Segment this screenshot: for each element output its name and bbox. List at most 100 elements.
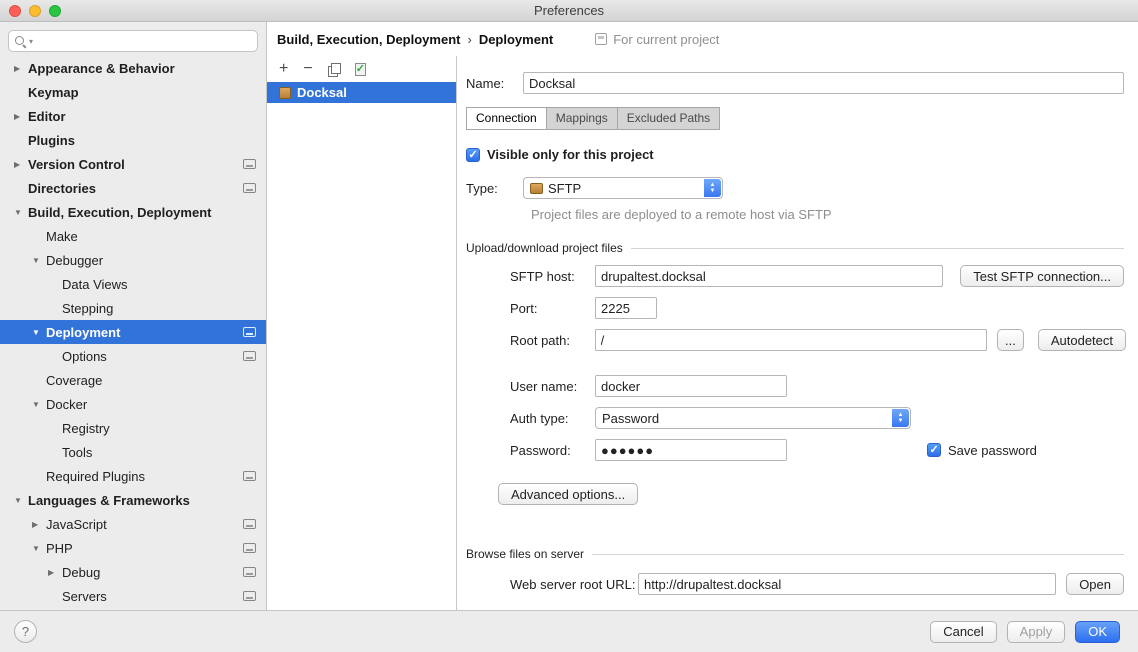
copy-icon[interactable] — [328, 63, 340, 76]
search-icon — [14, 35, 27, 48]
sidebar-item-deployment[interactable]: Deployment — [0, 320, 266, 344]
auth-type-select[interactable]: Password ▲▼ — [595, 407, 911, 429]
sidebar-item-editor[interactable]: Editor — [0, 104, 266, 128]
open-button[interactable]: Open — [1066, 573, 1124, 595]
sidebar-item-required-plugins[interactable]: Required Plugins — [0, 464, 266, 488]
sidebar-item-options[interactable]: Options — [0, 344, 266, 368]
tab-connection[interactable]: Connection — [466, 107, 547, 130]
auth-type-value: Password — [602, 411, 659, 426]
zoom-icon[interactable] — [49, 5, 61, 17]
password-row: Password: Save password — [510, 439, 1126, 461]
sidebar-item-data-views[interactable]: Data Views — [0, 272, 266, 296]
sidebar-item-build-execution-deployment[interactable]: Build, Execution, Deployment — [0, 200, 266, 224]
sidebar-item-coverage[interactable]: Coverage — [0, 368, 266, 392]
sidebar-item-plugins[interactable]: Plugins — [0, 128, 266, 152]
name-row: Name: — [466, 72, 1126, 94]
sidebar-item-php[interactable]: PHP — [0, 536, 266, 560]
add-icon[interactable]: + — [279, 61, 288, 77]
user-name-label: User name: — [510, 379, 595, 394]
advanced-options-button[interactable]: Advanced options... — [498, 483, 638, 505]
section-rule — [592, 554, 1124, 555]
current-project-indicator-icon — [243, 351, 256, 361]
web-root-input[interactable] — [638, 573, 1056, 595]
tab-excluded-paths[interactable]: Excluded Paths — [617, 107, 720, 130]
save-password-row: Save password — [927, 443, 1037, 458]
current-project-indicator-icon — [243, 183, 256, 193]
chevron-down-icon[interactable] — [32, 544, 46, 553]
use-as-default-icon[interactable] — [355, 63, 366, 76]
root-path-input[interactable] — [595, 329, 987, 351]
cancel-button[interactable]: Cancel — [930, 621, 996, 643]
chevron-down-icon[interactable] — [14, 496, 28, 505]
sftp-host-row: SFTP host: Test SFTP connection... — [510, 265, 1126, 287]
remove-icon[interactable]: − — [303, 61, 312, 77]
search-box[interactable]: ▾ — [8, 30, 258, 52]
sidebar-item-servers[interactable]: Servers — [0, 584, 266, 608]
sidebar-item-make[interactable]: Make — [0, 224, 266, 248]
name-label: Name: — [466, 76, 523, 91]
chevron-down-icon[interactable] — [14, 208, 28, 217]
deployment-form: Name: Connection Mappings Excluded Paths… — [458, 56, 1138, 610]
chevron-right-icon[interactable] — [14, 112, 28, 121]
sidebar-item-keymap[interactable]: Keymap — [0, 80, 266, 104]
current-project-indicator-icon — [243, 471, 256, 481]
sidebar-item-debug[interactable]: Debug — [0, 560, 266, 584]
chevron-right-icon[interactable] — [14, 64, 28, 73]
chevron-right-icon[interactable] — [48, 568, 62, 577]
chevron-right-icon[interactable] — [32, 520, 46, 529]
sidebar-item-stepping[interactable]: Stepping — [0, 296, 266, 320]
scope-indicator: For current project — [595, 32, 719, 47]
save-password-checkbox[interactable] — [927, 443, 941, 457]
chevron-down-icon[interactable] — [32, 400, 46, 409]
search-history-chevron-icon[interactable]: ▾ — [29, 37, 33, 46]
auth-type-row: Auth type: Password ▲▼ — [510, 407, 1126, 429]
user-name-input[interactable] — [595, 375, 787, 397]
port-input[interactable] — [595, 297, 657, 319]
current-project-icon — [595, 33, 607, 45]
sftp-host-input[interactable] — [595, 265, 943, 287]
current-project-indicator-icon — [243, 543, 256, 553]
close-icon[interactable] — [9, 5, 21, 17]
visible-checkbox[interactable] — [466, 148, 480, 162]
ok-button[interactable]: OK — [1075, 621, 1120, 643]
name-input[interactable] — [523, 72, 1124, 94]
search-area: ▾ — [0, 22, 266, 54]
chevron-down-icon[interactable] — [32, 328, 46, 337]
type-value: SFTP — [548, 181, 581, 196]
auth-type-label: Auth type: — [510, 411, 595, 426]
dropdown-stepper-icon[interactable]: ▲▼ — [704, 179, 721, 197]
tab-mappings[interactable]: Mappings — [546, 107, 618, 130]
chevron-down-icon[interactable] — [32, 256, 46, 265]
search-input[interactable] — [35, 32, 252, 50]
browse-root-path-button[interactable]: ... — [997, 329, 1024, 351]
sidebar-item-languages-frameworks[interactable]: Languages & Frameworks — [0, 488, 266, 512]
chevron-right-icon[interactable] — [14, 160, 28, 169]
sidebar-item-tools[interactable]: Tools — [0, 440, 266, 464]
apply-button[interactable]: Apply — [1007, 621, 1066, 643]
password-label: Password: — [510, 443, 595, 458]
minimize-icon[interactable] — [29, 5, 41, 17]
visible-checkbox-row: Visible only for this project — [466, 147, 1126, 162]
save-password-label: Save password — [948, 443, 1037, 458]
preferences-window: Preferences ▾ Appearance & Behavior Keym… — [0, 0, 1138, 652]
root-path-row: Root path: ... Autodetect — [510, 329, 1126, 351]
sidebar-item-directories[interactable]: Directories — [0, 176, 266, 200]
type-select[interactable]: SFTP ▲▼ — [523, 177, 723, 199]
sidebar-item-registry[interactable]: Registry — [0, 416, 266, 440]
sidebar-item-docker[interactable]: Docker — [0, 392, 266, 416]
test-sftp-connection-button[interactable]: Test SFTP connection... — [960, 265, 1124, 287]
dropdown-stepper-icon[interactable]: ▲▼ — [892, 409, 909, 427]
sidebar-item-appearance-behavior[interactable]: Appearance & Behavior — [0, 56, 266, 80]
current-project-indicator-icon — [243, 567, 256, 577]
current-project-indicator-icon — [243, 591, 256, 601]
sidebar-item-debugger[interactable]: Debugger — [0, 248, 266, 272]
sidebar-item-javascript[interactable]: JavaScript — [0, 512, 266, 536]
help-button[interactable]: ? — [14, 620, 37, 643]
sftp-server-icon — [279, 87, 291, 99]
server-list-item-docksal[interactable]: Docksal — [267, 82, 456, 103]
autodetect-button[interactable]: Autodetect — [1038, 329, 1126, 351]
sftp-host-label: SFTP host: — [510, 269, 595, 284]
password-input[interactable] — [595, 439, 787, 461]
sidebar-item-version-control[interactable]: Version Control — [0, 152, 266, 176]
settings-tree: Appearance & Behavior Keymap Editor Plug… — [0, 56, 266, 608]
